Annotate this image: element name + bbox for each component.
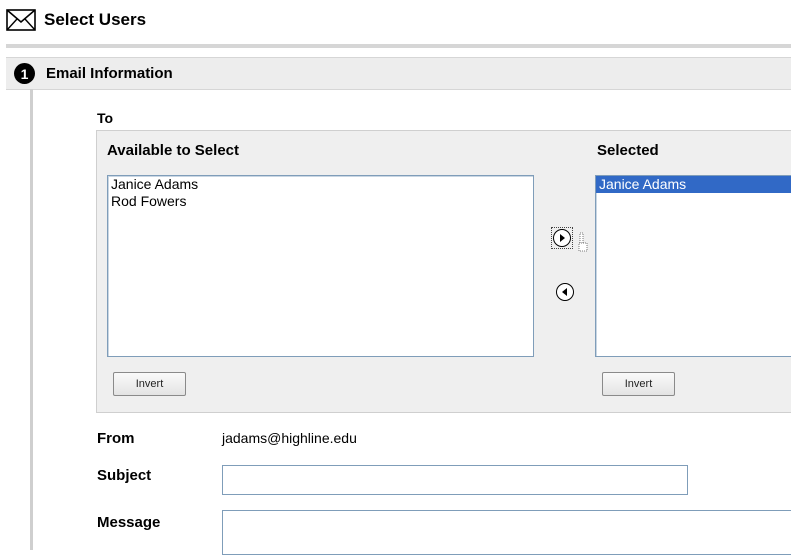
move-left-button[interactable] [556, 283, 574, 301]
hand-cursor-icon [578, 232, 588, 252]
list-item[interactable]: Janice Adams [108, 176, 533, 193]
invert-available-button[interactable]: Invert [113, 372, 186, 396]
selected-users-list[interactable]: Janice Adams [595, 175, 791, 357]
to-label: To [97, 110, 114, 126]
move-right-button-focus [551, 227, 573, 249]
arrow-right-circle-icon [560, 234, 565, 242]
step-number-badge: 1 [14, 63, 35, 84]
arrow-left-circle-icon [562, 288, 567, 296]
page-title: Select Users [44, 10, 147, 29]
envelope-icon [6, 9, 36, 31]
subject-input[interactable] [222, 465, 688, 495]
step-header: 1 Email Information [6, 57, 791, 90]
selected-heading: Selected [597, 142, 659, 159]
list-item[interactable]: Rod Fowers [108, 193, 533, 210]
from-value: jadams@highline.edu [222, 430, 357, 446]
title-divider [6, 44, 791, 48]
step-title: Email Information [46, 65, 173, 82]
step-rail [30, 89, 33, 550]
subject-label: Subject [97, 467, 152, 484]
invert-selected-button[interactable]: Invert [602, 372, 675, 396]
from-label: From [97, 430, 135, 447]
list-item[interactable]: Janice Adams [596, 176, 791, 193]
available-heading: Available to Select [107, 142, 239, 159]
move-right-button[interactable] [553, 229, 571, 247]
message-input[interactable] [222, 510, 791, 555]
message-label: Message [97, 514, 161, 531]
page-header: Select Users [6, 6, 146, 34]
available-users-list[interactable]: Janice Adams Rod Fowers [107, 175, 534, 357]
